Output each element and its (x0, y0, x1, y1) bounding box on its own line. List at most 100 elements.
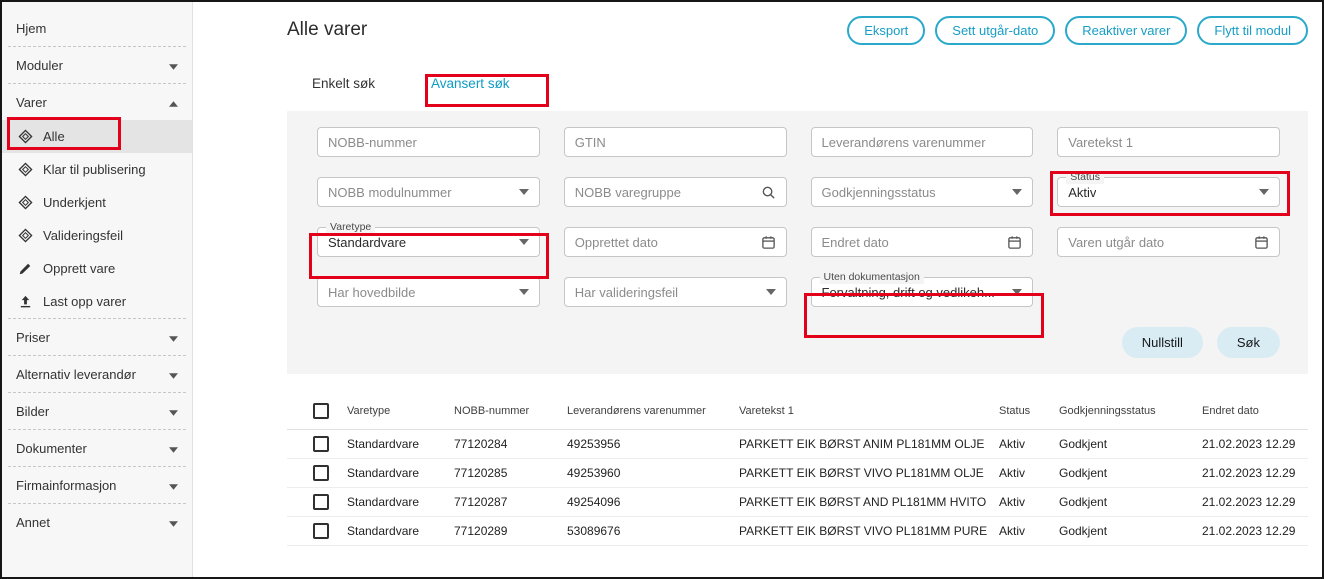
chevron-down-icon (169, 515, 178, 530)
app-window: Hjem Moduler Varer Alle Klar til publise… (0, 0, 1324, 579)
panel-actions: Nullstill Søk (317, 327, 1280, 358)
created-date-field[interactable]: Opprettet dato (564, 227, 787, 257)
nobb-number-input[interactable] (328, 135, 529, 150)
chevron-down-icon (169, 330, 178, 345)
sidebar-item-priser[interactable]: Priser (2, 319, 192, 355)
tab-enkelt-sok[interactable]: Enkelt søk (312, 76, 375, 97)
cell-leverandorens-varenummer: 53089676 (567, 524, 739, 538)
cell-status: Aktiv (999, 437, 1059, 451)
sidebar-item-dokumenter[interactable]: Dokumenter (2, 430, 192, 466)
sidebar-item-label: Underkjent (43, 195, 106, 210)
reactivate-items-button[interactable]: Reaktiver varer (1065, 16, 1187, 45)
filter-row-4: Har hovedbilde Har valideringsfeil Uten … (317, 277, 1280, 307)
sidebar-item-moduler[interactable]: Moduler (2, 47, 192, 83)
changed-date-field[interactable]: Endret dato (811, 227, 1034, 257)
calendar-icon (1254, 235, 1269, 250)
search-button[interactable]: Søk (1217, 327, 1280, 358)
chevron-down-icon (169, 478, 178, 493)
row-checkbox[interactable] (313, 436, 329, 452)
tag-icon (17, 195, 33, 210)
chevron-down-icon (1012, 189, 1022, 195)
cell-varetekst: PARKETT EIK BØRST AND PL181MM HVITO (739, 495, 999, 509)
row-checkbox[interactable] (313, 465, 329, 481)
column-header: Varetype (347, 405, 454, 417)
select-placeholder: NOBB modulnummer (328, 185, 452, 200)
cell-endret-dato: 21.02.2023 12.29 (1202, 437, 1308, 451)
chevron-down-icon (169, 404, 178, 419)
cell-leverandorens-varenummer: 49253960 (567, 466, 739, 480)
search-tabs: Enkelt søk Avansert søk (287, 76, 1308, 97)
row-checkbox[interactable] (313, 494, 329, 510)
advanced-search-panel: NOBB modulnummer NOBB varegruppe Godkjen… (287, 111, 1308, 374)
tab-avansert-sok[interactable]: Avansert søk (431, 76, 510, 97)
page-header: Alle varer Eksport Sett utgår-dato Reakt… (287, 14, 1308, 46)
cell-varetekst: PARKETT EIK BØRST ANIM PL181MM OLJE (739, 437, 999, 451)
table-row[interactable]: Standardvare 77120287 49254096 PARKETT E… (287, 488, 1308, 517)
pencil-icon (17, 262, 33, 276)
cell-endret-dato: 21.02.2023 12.29 (1202, 495, 1308, 509)
table-row[interactable]: Standardvare 77120285 49253960 PARKETT E… (287, 459, 1308, 488)
sidebar-item-firmainformasjon[interactable]: Firmainformasjon (2, 467, 192, 503)
set-expiry-date-button[interactable]: Sett utgår-dato (935, 16, 1055, 45)
upload-icon (17, 294, 33, 309)
status-select[interactable]: Status Aktiv (1057, 177, 1280, 207)
calendar-icon (761, 235, 776, 250)
item-type-select[interactable]: Varetype Standardvare (317, 227, 540, 257)
chevron-down-icon (169, 441, 178, 456)
sidebar-item-label: Dokumenter (16, 441, 87, 456)
sidebar-item-last-opp-varer[interactable]: Last opp varer (2, 285, 192, 318)
tag-icon (17, 228, 33, 243)
sidebar-item-opprett-vare[interactable]: Opprett vare (2, 252, 192, 285)
sidebar-item-annet[interactable]: Annet (2, 504, 192, 540)
cell-varetype: Standardvare (347, 437, 454, 451)
table-row[interactable]: Standardvare 77120289 53089676 PARKETT E… (287, 517, 1308, 546)
has-main-image-select[interactable]: Har hovedbilde (317, 277, 540, 307)
sidebar-item-label: Bilder (16, 404, 49, 419)
gtin-field[interactable] (564, 127, 787, 157)
sidebar-item-varer[interactable]: Varer (2, 84, 192, 120)
nobb-item-group-field[interactable]: NOBB varegruppe (564, 177, 787, 207)
table-row[interactable]: Standardvare 77120284 49253956 PARKETT E… (287, 430, 1308, 459)
sidebar-item-valideringsfeil[interactable]: Valideringsfeil (2, 219, 192, 252)
cell-endret-dato: 21.02.2023 12.29 (1202, 466, 1308, 480)
cell-varetype: Standardvare (347, 466, 454, 480)
cell-leverandorens-varenummer: 49253956 (567, 437, 739, 451)
approval-status-select[interactable]: Godkjenningsstatus (811, 177, 1034, 207)
expiry-date-field[interactable]: Varen utgår dato (1057, 227, 1280, 257)
select-all-checkbox[interactable] (313, 403, 329, 419)
chevron-up-icon (169, 95, 178, 110)
cell-status: Aktiv (999, 524, 1059, 538)
field-label: Uten dokumentasjon (820, 271, 924, 284)
supplier-item-number-input[interactable] (822, 135, 1023, 150)
sidebar-item-alle[interactable]: Alle (2, 120, 192, 153)
chevron-down-icon (169, 58, 178, 73)
cell-status: Aktiv (999, 495, 1059, 509)
sidebar-item-hjem[interactable]: Hjem (2, 10, 192, 46)
sidebar-item-label: Firmainformasjon (16, 478, 116, 493)
has-validation-error-select[interactable]: Har valideringsfeil (564, 277, 787, 307)
reset-button[interactable]: Nullstill (1122, 327, 1203, 358)
filter-row-1 (317, 127, 1280, 157)
nobb-number-field[interactable] (317, 127, 540, 157)
without-documentation-select[interactable]: Uten dokumentasjon Forvaltning, drift og… (811, 277, 1034, 307)
column-header: Godkjenningsstatus (1059, 405, 1202, 417)
nobb-module-number-select[interactable]: NOBB modulnummer (317, 177, 540, 207)
sidebar-item-label: Varer (16, 95, 47, 110)
gtin-input[interactable] (575, 135, 776, 150)
search-icon (761, 185, 776, 200)
column-header: Varetekst 1 (739, 405, 999, 417)
select-placeholder: Har hovedbilde (328, 285, 415, 300)
sidebar-item-underkjent[interactable]: Underkjent (2, 186, 192, 219)
sidebar-item-bilder[interactable]: Bilder (2, 393, 192, 429)
item-text-field[interactable] (1057, 127, 1280, 157)
item-text-input[interactable] (1068, 135, 1269, 150)
select-placeholder: NOBB varegruppe (575, 185, 681, 200)
sidebar-item-label: Priser (16, 330, 50, 345)
sidebar-item-alternativ-leverandor[interactable]: Alternativ leverandør (2, 356, 192, 392)
row-checkbox[interactable] (313, 523, 329, 539)
cell-endret-dato: 21.02.2023 12.29 (1202, 524, 1308, 538)
supplier-item-number-field[interactable] (811, 127, 1034, 157)
sidebar-item-klar-til-publisering[interactable]: Klar til publisering (2, 153, 192, 186)
export-button[interactable]: Eksport (847, 16, 925, 45)
move-to-module-button[interactable]: Flytt til modul (1197, 16, 1308, 45)
